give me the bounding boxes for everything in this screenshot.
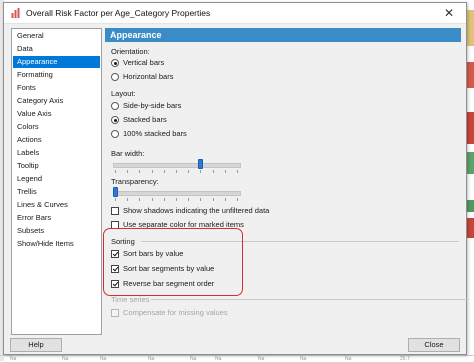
vertical-bars-label: Vertical bars xyxy=(123,58,165,67)
time-series-group-label: Time series xyxy=(111,295,150,304)
nav-item-formatting[interactable]: Formatting xyxy=(13,69,100,81)
bar-width-slider[interactable] xyxy=(113,163,241,168)
checkbox-box xyxy=(111,309,119,317)
background-axis-tick: Na xyxy=(300,356,307,362)
nav-item-tooltip[interactable]: Tooltip xyxy=(13,160,100,172)
checkbox-box xyxy=(111,207,119,215)
slider-tick xyxy=(212,198,214,201)
background-axis-tick: Na xyxy=(100,356,107,362)
help-button[interactable]: Help xyxy=(10,338,62,352)
radio-indicator xyxy=(111,59,119,67)
bg-strip xyxy=(466,10,474,46)
nav-item-trellis[interactable]: Trellis xyxy=(13,186,100,198)
slider-tick xyxy=(200,198,202,201)
100-percent-stacked-bars-label: 100% stacked bars xyxy=(123,129,187,138)
title-bar[interactable]: Overall Risk Factor per Age_Category Pro… xyxy=(4,3,466,24)
slider-tick xyxy=(163,170,165,173)
bg-strip xyxy=(466,152,474,174)
nav-item-colors[interactable]: Colors xyxy=(13,121,100,133)
background-axis-tick: 25.7 xyxy=(400,356,410,362)
properties-dialog: Overall Risk Factor per Age_Category Pro… xyxy=(3,2,469,355)
slider-tick xyxy=(188,170,190,173)
nav-item-show-hide-items[interactable]: Show/Hide Items xyxy=(13,238,100,250)
slider-tick xyxy=(188,198,190,201)
layout-label: Layout: xyxy=(111,89,136,98)
nav-item-fonts[interactable]: Fonts xyxy=(13,82,100,94)
slider-tick xyxy=(115,170,116,173)
nav-item-labels[interactable]: Labels xyxy=(13,147,100,159)
nav-item-lines-curves[interactable]: Lines & Curves xyxy=(13,199,100,211)
panel-header: Appearance xyxy=(105,28,461,42)
nav-item-value-axis[interactable]: Value Axis xyxy=(13,108,100,120)
transparency-slider[interactable] xyxy=(113,191,241,196)
bg-strip xyxy=(466,112,474,144)
background-axis-tick: Na xyxy=(62,356,69,362)
bg-strip xyxy=(466,200,474,212)
transparency-label: Transparency: xyxy=(111,177,159,186)
transparency-slider-thumb[interactable] xyxy=(113,187,118,197)
nav-item-data[interactable]: Data xyxy=(13,43,100,55)
nav-item-actions[interactable]: Actions xyxy=(13,134,100,146)
slider-tick xyxy=(176,170,177,173)
slider-tick xyxy=(151,198,153,201)
slider-tick xyxy=(212,170,214,173)
slider-tick xyxy=(237,170,238,173)
property-nav-list: General Data Appearance Formatting Fonts… xyxy=(11,28,102,335)
slider-tick xyxy=(127,198,129,201)
background-axis-tick: Na xyxy=(345,356,352,362)
background-axis-tick: Na xyxy=(10,356,17,362)
slider-tick xyxy=(224,198,226,201)
orientation-label: Orientation: xyxy=(111,47,150,56)
background-axis-tick: Na xyxy=(190,356,197,362)
nav-item-appearance[interactable]: Appearance xyxy=(13,56,100,68)
radio-indicator xyxy=(111,116,119,124)
nav-item-category-axis[interactable]: Category Axis xyxy=(13,95,100,107)
bar-chart-icon xyxy=(11,8,20,18)
bg-strip xyxy=(466,62,474,88)
background-axis-tick: Na xyxy=(148,356,155,362)
slider-tick xyxy=(200,170,202,173)
background-axis-tick: Na xyxy=(215,356,222,362)
slider-tick xyxy=(151,170,153,173)
compensate-missing-values-label: Compensate for missing values xyxy=(123,308,228,317)
show-shadows-label: Show shadows indicating the unfiltered d… xyxy=(123,206,270,215)
slider-tick xyxy=(115,198,116,201)
slider-tick xyxy=(139,198,141,201)
bar-width-label: Bar width: xyxy=(111,149,145,158)
nav-item-general[interactable]: General xyxy=(13,30,100,42)
side-by-side-bars-label: Side-by-side bars xyxy=(123,101,182,110)
radio-indicator xyxy=(111,130,119,138)
slider-tick xyxy=(176,198,177,201)
background-axis-tick: Na xyxy=(258,356,265,362)
bar-width-slider-thumb[interactable] xyxy=(197,159,203,169)
close-button[interactable]: Close xyxy=(408,338,460,352)
slider-tick xyxy=(127,170,129,173)
nav-item-legend[interactable]: Legend xyxy=(13,173,100,185)
sorting-highlight-annotation xyxy=(103,228,243,296)
radio-indicator xyxy=(111,102,119,110)
slider-tick xyxy=(139,170,141,173)
slider-tick xyxy=(224,170,226,173)
bg-strip xyxy=(466,218,474,238)
time-series-separator xyxy=(151,299,469,300)
radio-indicator xyxy=(111,73,119,81)
stacked-bars-label: Stacked bars xyxy=(123,115,167,124)
nav-item-error-bars[interactable]: Error Bars xyxy=(13,212,100,224)
nav-item-subsets[interactable]: Subsets xyxy=(13,225,100,237)
slider-tick xyxy=(163,198,165,201)
slider-tick xyxy=(237,198,238,201)
window-title: Overall Risk Factor per Age_Category Pro… xyxy=(26,8,211,18)
horizontal-bars-label: Horizontal bars xyxy=(123,72,174,81)
window-close-button[interactable]: ✕ xyxy=(432,3,466,23)
